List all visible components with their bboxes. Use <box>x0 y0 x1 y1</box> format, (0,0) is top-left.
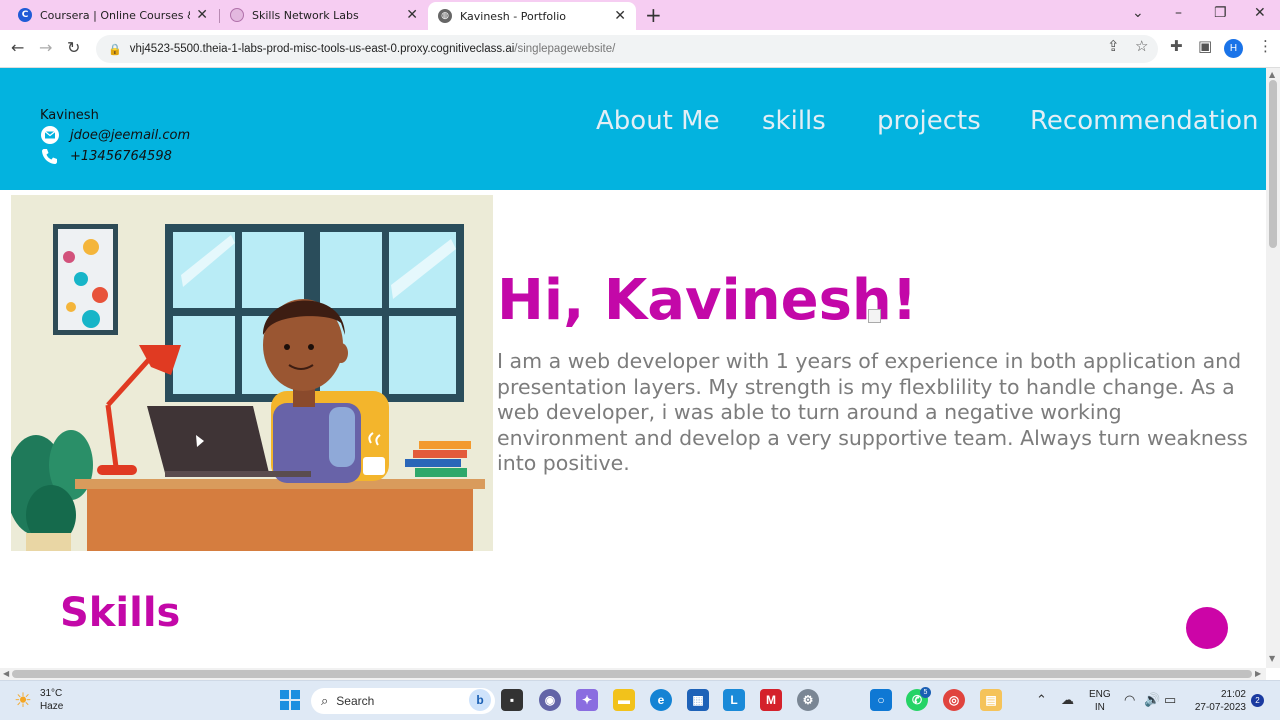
whatsapp-badge: 5 <box>920 687 931 698</box>
mcafee-icon[interactable]: M <box>760 689 782 711</box>
task-view-icon[interactable]: ▪ <box>501 689 523 711</box>
phone-row: +13456764598 <box>40 147 172 165</box>
globe-icon: ◍ <box>438 9 452 23</box>
site-header: Kavinesh jdoe@jeemail.com +13456764598 A… <box>0 68 1266 190</box>
tab-portfolio[interactable]: ◍ Kavinesh - Portfolio ✕ <box>428 2 636 30</box>
reload-icon[interactable]: ↻ <box>67 38 80 57</box>
volume-icon[interactable]: 🔊 <box>1144 692 1160 708</box>
address-toolbar: ← → ↻ 🔒 vhj4523-5500.theia-1-labs-prod-m… <box>0 30 1280 68</box>
vertical-scroll-thumb[interactable] <box>1269 80 1277 248</box>
notification-count-badge[interactable]: 2 <box>1251 694 1264 707</box>
temperature-text: 31°C <box>39 688 63 699</box>
browser-tab-strip: C Coursera | Online Courses & Creden ✕ S… <box>0 0 1280 30</box>
teams-chat-icon[interactable]: ◉ <box>539 689 561 711</box>
url-path: /singlepagewebsite/ <box>514 43 616 55</box>
tab-label: Coursera | Online Courses & Creden <box>40 8 190 22</box>
web-page: Kavinesh jdoe@jeemail.com +13456764598 A… <box>0 68 1266 668</box>
clock[interactable]: 21:02 27-07-2023 <box>1195 688 1246 714</box>
settings-gear-icon[interactable]: ⚙ <box>797 689 819 711</box>
wall-picture-frame <box>53 224 118 335</box>
tab-search-chevron-icon[interactable]: ⌄ <box>1132 5 1144 21</box>
weather-text: Haze <box>39 701 64 712</box>
phone-text[interactable]: +13456764598 <box>70 149 172 164</box>
horizontal-scroll-thumb[interactable] <box>12 670 1252 678</box>
minimize-icon[interactable]: – <box>1175 5 1182 21</box>
battery-icon[interactable]: ▭ <box>1164 692 1176 708</box>
tab-coursera[interactable]: C Coursera | Online Courses & Creden ✕ <box>8 0 218 30</box>
hero-illustration <box>11 195 493 551</box>
email-row: jdoe@jeemail.com <box>40 126 190 144</box>
region-text: IN <box>1094 702 1105 713</box>
onedrive-cloud-icon[interactable]: ☁ <box>1061 692 1074 708</box>
weather-widget[interactable]: ☀ 31°C Haze <box>14 687 63 713</box>
search-icon: ⌕ <box>321 693 329 708</box>
nav-link-projects[interactable]: projects <box>877 106 981 136</box>
copilot-icon[interactable]: ✦ <box>576 689 598 711</box>
extensions-puzzle-icon[interactable]: ✚ <box>1170 37 1183 55</box>
windows-start-icon[interactable] <box>279 689 301 711</box>
floating-action-button[interactable] <box>1186 607 1228 649</box>
nav-link-recommendation[interactable]: Recommendation <box>1030 106 1258 136</box>
broken-image-icon <box>868 309 881 323</box>
chrome-icon[interactable]: ◎ <box>943 689 965 711</box>
wifi-icon[interactable]: ◠ <box>1124 692 1135 708</box>
l-app-icon[interactable]: L <box>723 689 745 711</box>
nav-link-about[interactable]: About Me <box>596 106 720 136</box>
windows-taskbar: ☀ 31°C Haze ⌕ Search b ▪ ◉ ✦ ▬ e ▦ L M ⚙… <box>0 680 1280 720</box>
window-close-icon[interactable]: ✕ <box>1254 5 1266 21</box>
tab-label: Skills Network Labs <box>252 8 359 22</box>
url-bar[interactable]: 🔒 vhj4523-5500.theia-1-labs-prod-misc-to… <box>96 35 1158 63</box>
hero-description: I am a web developer with 1 years of exp… <box>497 349 1248 475</box>
close-icon[interactable]: ✕ <box>406 7 418 23</box>
menu-kebab-icon[interactable]: ⋮ <box>1258 37 1273 55</box>
bing-icon[interactable]: b <box>469 689 491 711</box>
share-icon[interactable]: ⇪ <box>1107 37 1120 55</box>
scroll-right-icon[interactable]: ▶ <box>1255 669 1261 678</box>
tab-label: Kavinesh - Portfolio <box>460 9 566 23</box>
scroll-up-icon[interactable]: ▲ <box>1269 70 1275 79</box>
desk-graphic <box>75 479 485 551</box>
profile-avatar[interactable]: H <box>1224 39 1243 58</box>
skills-network-icon <box>230 8 244 22</box>
close-icon[interactable]: ✕ <box>196 7 208 23</box>
new-tab-icon[interactable]: + <box>645 3 662 27</box>
scroll-down-icon[interactable]: ▼ <box>1269 654 1275 663</box>
email-text[interactable]: jdoe@jeemail.com <box>70 128 190 143</box>
outlook-icon[interactable]: ○ <box>870 689 892 711</box>
phone-icon <box>40 147 60 165</box>
hero-title: Hi, Kavinesh! <box>497 268 918 333</box>
language-indicator[interactable]: ENG IN <box>1089 688 1111 714</box>
back-icon[interactable]: ← <box>11 38 24 57</box>
scroll-left-icon[interactable]: ◀ <box>3 669 9 678</box>
tab-skills-network[interactable]: Skills Network Labs ✕ <box>220 0 428 30</box>
sun-haze-icon: ☀ <box>14 689 32 712</box>
time-text: 21:02 <box>1220 689 1246 700</box>
folder-app-icon[interactable]: ▤ <box>980 689 1002 711</box>
taskbar-search-placeholder: Search <box>336 694 375 708</box>
language-text: ENG <box>1089 689 1111 700</box>
coursera-icon: C <box>18 8 32 22</box>
maximize-icon[interactable]: ❐ <box>1214 5 1227 21</box>
horizontal-scrollbar[interactable]: ◀ ▶ <box>0 668 1266 680</box>
owner-name: Kavinesh <box>40 108 99 123</box>
envelope-icon <box>40 126 60 144</box>
close-icon[interactable]: ✕ <box>614 8 626 24</box>
forward-icon[interactable]: → <box>39 38 52 57</box>
show-hidden-icons-chevron[interactable]: ⌃ <box>1036 692 1047 708</box>
date-text: 27-07-2023 <box>1194 702 1246 713</box>
edge-browser-icon[interactable]: e <box>650 689 672 711</box>
vertical-scrollbar[interactable]: ▲ ▼ <box>1266 68 1280 668</box>
file-explorer-icon[interactable]: ▬ <box>613 689 635 711</box>
taskbar-search-box[interactable]: ⌕ Search <box>311 688 495 714</box>
microsoft-store-icon[interactable]: ▦ <box>687 689 709 711</box>
lock-icon[interactable]: 🔒 <box>108 43 122 56</box>
skills-heading: Skills <box>60 590 181 636</box>
url-host: vhj4523-5500.theia-1-labs-prod-misc-tool… <box>129 43 515 55</box>
bookmark-star-icon[interactable]: ☆ <box>1135 37 1148 55</box>
side-panel-icon[interactable]: ▣ <box>1198 37 1212 55</box>
nav-link-skills[interactable]: skills <box>762 106 826 136</box>
